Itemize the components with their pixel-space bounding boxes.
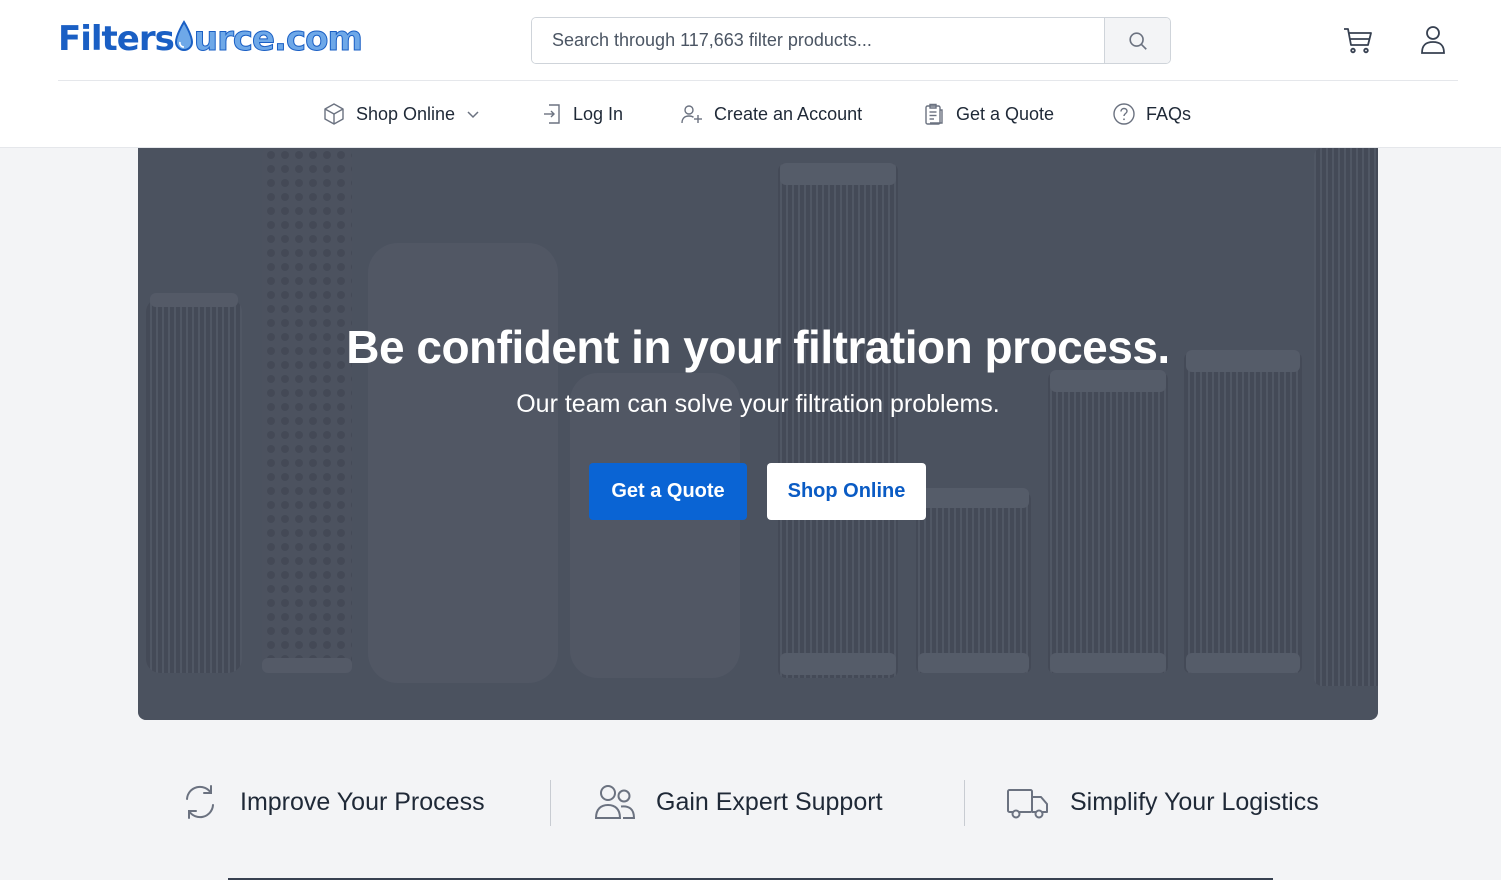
get-quote-button[interactable]: Get a Quote	[589, 463, 747, 520]
users-icon	[594, 785, 636, 819]
divider	[550, 780, 551, 826]
feature-expert-support: Gain Expert Support	[594, 778, 883, 826]
hero-subtitle: Our team can solve your filtration probl…	[516, 390, 1000, 418]
logo-text-source: urce.com	[193, 19, 363, 60]
clipboard-icon	[925, 103, 943, 125]
top-bar: Filters urce.com	[58, 0, 1458, 81]
search-button[interactable]	[1104, 18, 1170, 63]
nav-item-create-account[interactable]: Create an Account	[680, 96, 862, 132]
hero-title: Be confident in your filtration process.	[346, 321, 1170, 373]
nav-item-label: Shop Online	[356, 103, 456, 124]
nav-item-get-quote[interactable]: Get a Quote	[922, 96, 1054, 132]
feature-simplify-logistics: Simplify Your Logistics	[1006, 778, 1319, 826]
logo-text-filters: Filters	[58, 19, 175, 59]
main-nav: Shop Online Log In Create an Account Get…	[0, 82, 1501, 146]
hero-banner: Be confident in your filtration process.…	[138, 148, 1378, 720]
chevron-down-icon	[467, 111, 479, 119]
feature-label: Gain Expert Support	[656, 787, 883, 816]
search-icon	[1128, 31, 1147, 50]
add-user-icon	[681, 105, 702, 124]
refresh-icon	[186, 785, 214, 819]
nav-item-label: Log In	[573, 103, 624, 124]
feature-improve-process: Improve Your Process	[180, 778, 485, 826]
nav-item-label: FAQs	[1146, 103, 1192, 124]
divider	[964, 780, 965, 826]
nav-item-label: Get a Quote	[956, 103, 1055, 124]
user-icon[interactable]	[1418, 24, 1448, 56]
box-icon	[324, 103, 344, 125]
search-bar	[531, 17, 1171, 64]
nav-item-log-in[interactable]: Log In	[541, 96, 623, 132]
feature-label: Simplify Your Logistics	[1070, 787, 1319, 816]
shop-online-button[interactable]: Shop Online	[767, 463, 926, 520]
feature-label: Improve Your Process	[240, 787, 485, 816]
water-drop-icon	[174, 20, 193, 51]
truck-icon	[1007, 789, 1048, 819]
cart-icon[interactable]	[1342, 24, 1374, 56]
nav-item-shop-online[interactable]: Shop Online	[322, 96, 481, 132]
nav-item-label: Create an Account	[714, 103, 863, 124]
features-strip: Improve Your Process Gain Expert Support…	[138, 770, 1378, 836]
nav-item-faqs[interactable]: FAQs	[1112, 96, 1191, 132]
question-circle-icon	[1113, 103, 1135, 125]
search-input[interactable]	[532, 18, 1105, 63]
site-logo[interactable]: Filters urce.com	[58, 16, 363, 62]
site-header: Filters urce.com Shop Online Log In Creat…	[0, 0, 1501, 148]
filter-cartridges-background-image	[138, 148, 1378, 720]
login-icon	[544, 104, 560, 124]
